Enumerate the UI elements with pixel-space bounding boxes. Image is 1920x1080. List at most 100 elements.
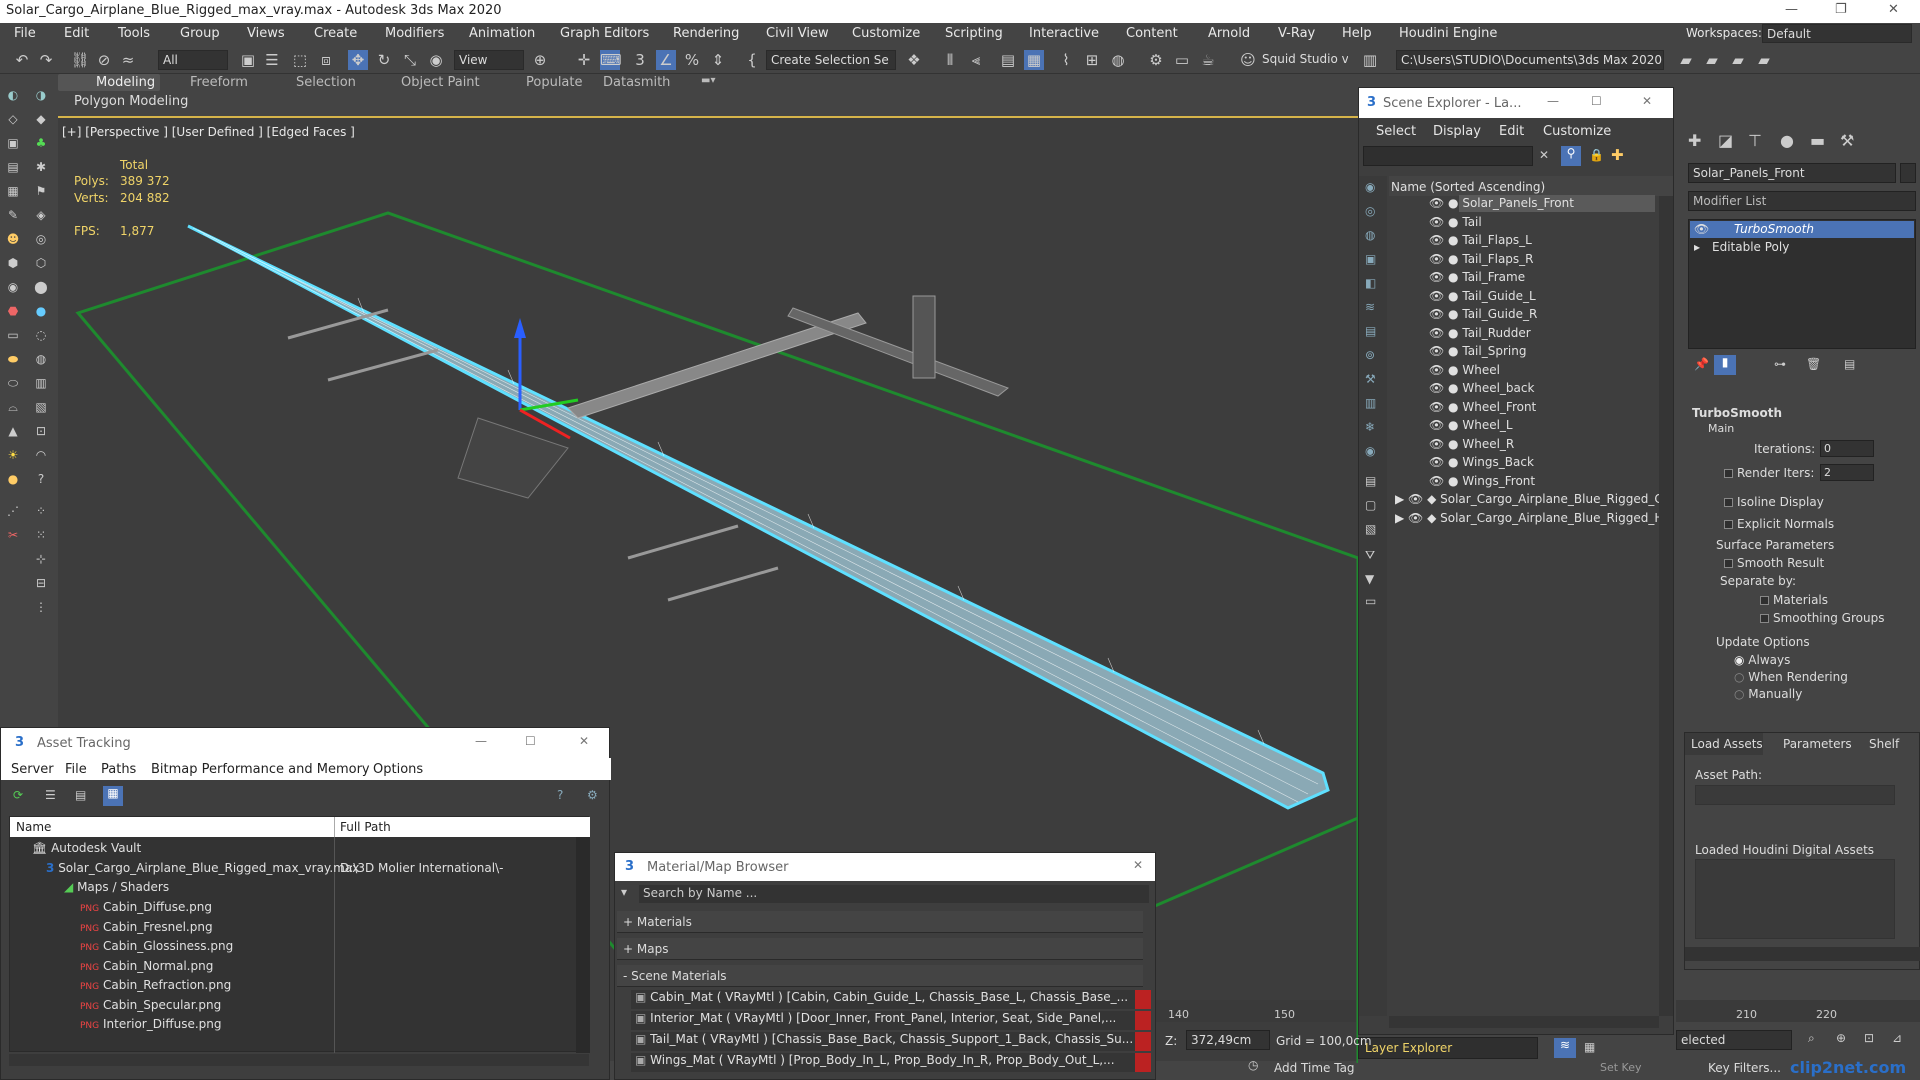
help-icon[interactable]: ? bbox=[32, 470, 50, 488]
maximize-icon[interactable]: ❐ bbox=[1835, 2, 1847, 17]
settings-link-icon[interactable]: ⚙ bbox=[587, 788, 598, 802]
select-manipulate-icon[interactable]: ✛ bbox=[574, 50, 594, 70]
table-row[interactable]: ◢ Maps / Shaders bbox=[64, 880, 169, 894]
material-row[interactable]: ▣ Wings_Mat ( VRayMtl ) [Prop_Body_In_L,… bbox=[631, 1053, 1151, 1072]
list-item[interactable]: 👁 ● Tail_Flaps_L bbox=[1429, 233, 1532, 247]
z-coordinate-field[interactable]: 372,49cm bbox=[1186, 1030, 1270, 1050]
left-tool-21-icon[interactable]: ▭ bbox=[4, 326, 22, 344]
explicit-normals-checkbox[interactable] bbox=[1724, 520, 1733, 529]
left-tool-26-icon[interactable]: ▥ bbox=[32, 374, 50, 392]
field-of-view-icon[interactable]: ⊿ bbox=[1892, 1031, 1902, 1045]
asset-tracking-close-icon[interactable]: ✕ bbox=[579, 734, 589, 748]
curve-editor-icon[interactable]: ⌇ bbox=[1056, 50, 1076, 70]
toggle-scene-explorer-icon[interactable]: ▤ bbox=[998, 50, 1018, 70]
left-tool-29-icon[interactable]: ▲ bbox=[4, 422, 22, 440]
list-item[interactable]: 👁 ● Tail_Flaps_R bbox=[1429, 252, 1534, 266]
display-tab-icon[interactable]: ▬ bbox=[1810, 131, 1825, 150]
table-row[interactable]: PNG Cabin_Refraction.png bbox=[80, 978, 231, 992]
render-iters-checkbox[interactable] bbox=[1724, 469, 1733, 478]
display-none-icon[interactable]: ▢ bbox=[1365, 498, 1376, 512]
tab-freeform[interactable]: Freeform bbox=[190, 75, 248, 90]
scene-explorer-maximize-icon[interactable]: ☐ bbox=[1591, 94, 1602, 108]
left-tool-3-icon[interactable]: ◇ bbox=[4, 110, 22, 128]
filter-spacewarps-icon[interactable]: ≋ bbox=[1365, 300, 1375, 314]
isoline-row[interactable]: Isoline Display bbox=[1724, 495, 1824, 509]
make-unique-icon[interactable]: ⊶ bbox=[1774, 357, 1786, 371]
left-tool-6-icon[interactable]: ♣ bbox=[32, 134, 50, 152]
left-tool-8-icon[interactable]: ✱ bbox=[32, 158, 50, 176]
manually-radio-row[interactable]: ○ Manually bbox=[1734, 687, 1802, 701]
left-tool-32-icon[interactable]: ◠ bbox=[32, 446, 50, 464]
left-tool-19-icon[interactable]: ⬣ bbox=[4, 302, 22, 320]
tab-load-assets[interactable]: Load Assets bbox=[1691, 737, 1763, 751]
left-tool-16-icon[interactable]: ⬡ bbox=[32, 254, 50, 272]
filter-toggle-icon[interactable]: ⚲ bbox=[1561, 146, 1581, 166]
rectangular-selection-icon[interactable]: ⬚ bbox=[290, 50, 310, 70]
modify-tab-icon[interactable]: ◪ bbox=[1718, 131, 1733, 150]
pivot-center-icon[interactable]: ⊕ bbox=[530, 50, 550, 70]
when-rendering-radio-row[interactable]: ○ When Rendering bbox=[1734, 670, 1848, 684]
keyboard-shortcut-override-icon[interactable]: ⌨ bbox=[600, 50, 622, 70]
col-name-header[interactable]: Name bbox=[16, 820, 51, 834]
save-folder-icon[interactable]: ▰ bbox=[1702, 50, 1722, 70]
list-item[interactable]: 👁 ● Wheel bbox=[1429, 363, 1500, 377]
list-item[interactable]: 👁 ● Tail_Rudder bbox=[1429, 326, 1531, 340]
search-by-name-input[interactable]: Search by Name ... bbox=[639, 885, 1149, 903]
schematic-view-icon[interactable]: ⊞ bbox=[1082, 50, 1102, 70]
isolate-icon[interactable]: ❖ bbox=[904, 50, 924, 70]
select-and-place-icon[interactable]: ◉ bbox=[426, 50, 446, 70]
help-link-icon[interactable]: ? bbox=[557, 788, 563, 802]
left-tool-5-icon[interactable]: ▣ bbox=[4, 134, 22, 152]
list-item[interactable]: 👁 ● Wheel_R bbox=[1429, 437, 1514, 451]
filter-shapes-icon[interactable]: ◎ bbox=[1365, 204, 1375, 218]
create-tab-icon[interactable]: ✚ bbox=[1688, 131, 1701, 150]
smooth-result-row[interactable]: Smooth Result bbox=[1724, 556, 1824, 570]
material-editor-icon[interactable]: ◍ bbox=[1108, 50, 1128, 70]
group-row[interactable]: ▶ 👁 ◆ Solar_Cargo_Airplane_Blue_Rigged_C bbox=[1395, 492, 1663, 506]
tab-datasmith[interactable]: Datasmith bbox=[603, 75, 670, 90]
window-crossing-icon[interactable]: ⧈ bbox=[316, 50, 336, 70]
houdini-hscrollbar[interactable] bbox=[1685, 947, 1920, 961]
select-by-name-icon[interactable]: ☰ bbox=[262, 50, 282, 70]
set-project-icon[interactable]: ▰ bbox=[1754, 50, 1774, 70]
link-icon[interactable]: ⛓ bbox=[70, 50, 90, 70]
stack-expand-icon[interactable]: ▸ bbox=[1694, 240, 1700, 254]
menu-content[interactable]: Content bbox=[1126, 26, 1178, 41]
rollout-title[interactable]: TurboSmooth bbox=[1692, 406, 1782, 420]
menu-graph-editors[interactable]: Graph Editors bbox=[560, 26, 649, 41]
angle-snap-icon[interactable]: ∠ bbox=[656, 50, 676, 70]
menu-create[interactable]: Create bbox=[314, 26, 357, 41]
table-row[interactable]: 3 Solar_Cargo_Airplane_Blue_Rigged_max_v… bbox=[46, 861, 359, 875]
edit-named-selection-icon[interactable]: { bbox=[742, 50, 762, 70]
list-item[interactable]: 👁 ● Tail_Spring bbox=[1429, 344, 1526, 358]
left-tool-14-icon[interactable]: ◎ bbox=[32, 230, 50, 248]
left-tool-18-icon[interactable]: ⬤ bbox=[32, 278, 50, 296]
table-row[interactable]: 🏛 Autodesk Vault bbox=[32, 841, 141, 855]
bind-space-warp-icon[interactable]: ≈ bbox=[118, 50, 138, 70]
left-tool-22-icon[interactable]: ◌ bbox=[32, 326, 50, 344]
filter-xrefs-icon[interactable]: ⊚ bbox=[1365, 348, 1375, 362]
layer-explorer-dropdown[interactable]: Layer Explorer bbox=[1358, 1037, 1538, 1059]
snaps-toggle-icon[interactable]: 3 bbox=[630, 50, 650, 70]
scene-explorer-close-icon[interactable]: ✕ bbox=[1642, 94, 1652, 108]
left-tool-39-icon[interactable]: ⊹ bbox=[32, 550, 50, 568]
group-row[interactable]: ▶ 👁 ◆ Solar_Cargo_Airplane_Blue_Rigged_H bbox=[1395, 511, 1663, 525]
close-icon[interactable]: ✕ bbox=[1888, 2, 1899, 17]
time-tag-icon[interactable]: ◷ bbox=[1248, 1058, 1258, 1072]
left-tool-30-icon[interactable]: ⊡ bbox=[32, 422, 50, 440]
left-tool-13-icon[interactable]: ☻ bbox=[4, 230, 22, 248]
project-folder-icon[interactable]: ▥ bbox=[1360, 50, 1380, 70]
align-icon[interactable]: ⫷ bbox=[966, 50, 986, 70]
tab-modeling[interactable]: Modeling bbox=[96, 75, 155, 90]
layer-explorer-icon[interactable]: ≋ bbox=[1554, 1038, 1576, 1058]
loaded-assets-list[interactable] bbox=[1695, 859, 1895, 939]
asset-table-scrollbar[interactable] bbox=[576, 837, 590, 1053]
list-item[interactable]: 👁 ● Tail bbox=[1429, 215, 1482, 229]
undo-icon[interactable]: ↶ bbox=[12, 50, 32, 70]
left-tool-37-icon[interactable]: ✂ bbox=[4, 526, 22, 544]
left-tool-41-icon[interactable]: ⋮ bbox=[32, 598, 50, 616]
table-view-icon[interactable]: ▤ bbox=[75, 788, 86, 802]
group-maps[interactable]: + Maps bbox=[617, 938, 1143, 960]
motion-tab-icon[interactable]: ● bbox=[1780, 131, 1794, 150]
left-tool-35-icon[interactable]: ⋰ bbox=[4, 502, 22, 520]
